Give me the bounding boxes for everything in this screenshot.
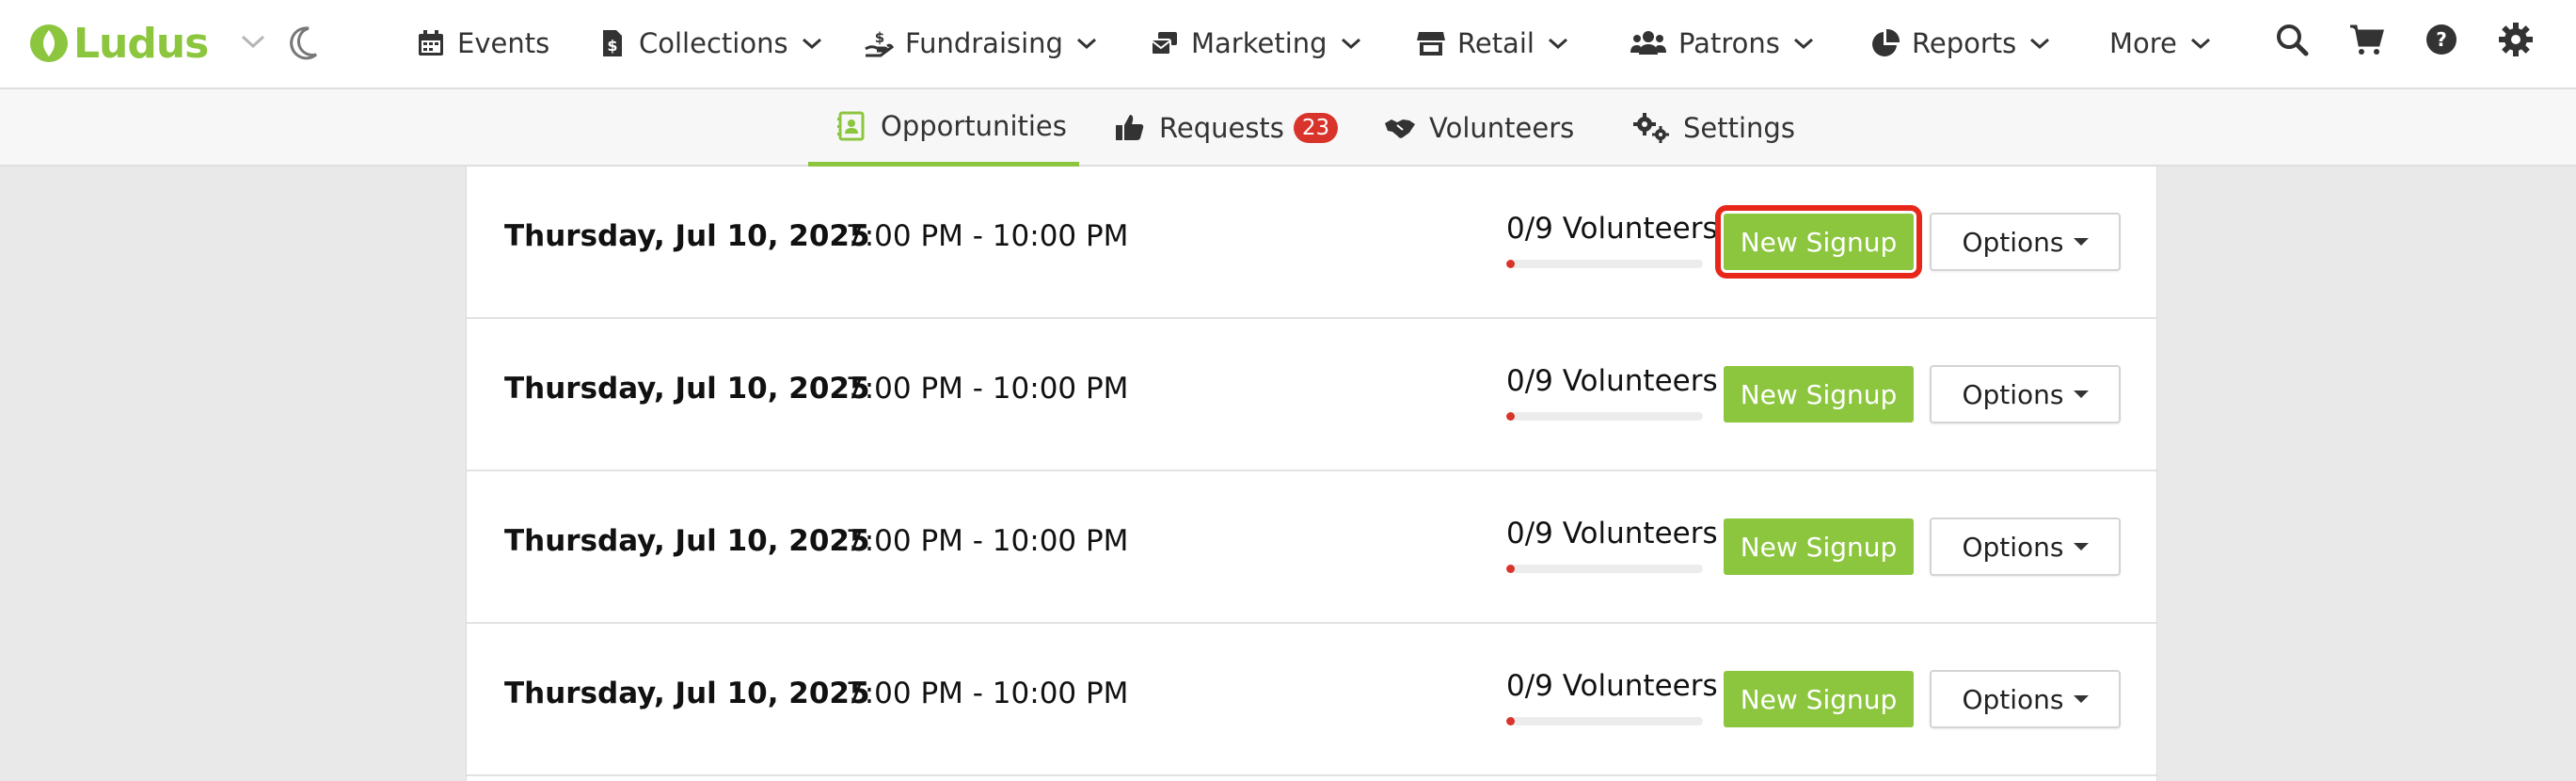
- sub-navbar: Opportunities Requests 23 Volunteers Set…: [0, 89, 2576, 167]
- chevron-down-icon: [1076, 38, 1096, 50]
- handshake-icon: [1385, 120, 1415, 138]
- help-icon[interactable]: ?: [2423, 21, 2460, 58]
- shift-date: Thursday, Jul 10, 2025: [504, 219, 870, 253]
- list-item: Thursday, Jul 10, 2025 7:00 PM - 10:00 P…: [467, 167, 2156, 319]
- volunteer-progress-bar: [1506, 717, 1703, 725]
- tab-requests-label: Requests: [1159, 112, 1284, 144]
- moon-icon[interactable]: [286, 24, 320, 62]
- volunteer-progress-bar: [1506, 260, 1703, 268]
- shift-time: 7:00 PM - 10:00 PM: [846, 219, 1129, 253]
- caret-down-icon: [2073, 238, 2089, 246]
- tab-settings[interactable]: Settings: [1632, 89, 1795, 167]
- nav-collections[interactable]: $ Collections: [597, 19, 822, 68]
- contact-card-icon: [837, 111, 865, 140]
- nav-patrons[interactable]: Patrons: [1630, 19, 1814, 68]
- ludus-logo-mark-icon: [30, 24, 68, 62]
- store-icon: [1417, 32, 1445, 56]
- nav-retail[interactable]: Retail: [1416, 19, 1568, 68]
- options-dropdown-button[interactable]: Options: [1930, 670, 2121, 728]
- caret-down-icon: [2073, 695, 2089, 703]
- list-item: Thursday, Jul 10, 2025 7:00 PM - 10:00 P…: [467, 319, 2156, 471]
- nav-collections-label: Collections: [639, 27, 788, 59]
- svg-text:$: $: [607, 37, 617, 55]
- thumbs-up-icon: [1116, 115, 1144, 140]
- tab-requests[interactable]: Requests 23: [1114, 89, 1339, 167]
- volunteer-progress-fill: [1506, 565, 1515, 573]
- shift-time: 7:00 PM - 10:00 PM: [846, 372, 1129, 406]
- list-item: Thursday, Jul 10, 2025 7:00 PM - 10:00 P…: [467, 624, 2156, 776]
- nav-fundraising-label: Fundraising: [905, 27, 1063, 59]
- chevron-down-icon[interactable]: [240, 32, 266, 51]
- options-label: Options: [1962, 531, 2064, 563]
- users-icon: [1630, 31, 1666, 55]
- nav-marketing-label: Marketing: [1191, 27, 1328, 59]
- options-dropdown-button[interactable]: Options: [1930, 365, 2121, 423]
- chevron-down-icon: [2030, 38, 2050, 50]
- caret-down-icon: [2073, 390, 2089, 398]
- nav-retail-label: Retail: [1457, 27, 1534, 59]
- ludus-logo[interactable]: Ludus: [28, 15, 209, 72]
- volunteer-progress-fill: [1506, 717, 1515, 725]
- new-signup-button[interactable]: New Signup: [1724, 366, 1914, 422]
- volunteer-progress-fill: [1506, 412, 1515, 421]
- gear-icon[interactable]: [2497, 21, 2535, 58]
- options-dropdown-button[interactable]: Options: [1930, 213, 2121, 271]
- shift-date: Thursday, Jul 10, 2025: [504, 524, 870, 558]
- dollar-file-icon: $: [603, 30, 622, 56]
- calendar-icon: [419, 30, 443, 56]
- chevron-down-icon: [802, 38, 821, 50]
- nav-events[interactable]: Events: [416, 19, 549, 68]
- requests-count-badge: 23: [1293, 113, 1339, 143]
- tab-opportunities-label: Opportunities: [881, 109, 1067, 142]
- list-item: Thursday, Jul 10, 2025 7:00 PM - 10:00 P…: [467, 471, 2156, 624]
- chevron-down-icon: [1793, 38, 1813, 50]
- brand-name: Ludus: [73, 19, 209, 68]
- cart-icon[interactable]: [2348, 21, 2386, 58]
- top-navbar: Ludus Events $ Collections $ Fundraising: [0, 0, 2576, 89]
- new-signup-button[interactable]: New Signup: [1724, 518, 1914, 575]
- chevron-down-icon: [1548, 38, 1567, 50]
- volunteer-count: 0/9 Volunteers: [1506, 212, 1718, 246]
- volunteer-count: 0/9 Volunteers: [1506, 669, 1718, 703]
- donate-hand-icon: $: [865, 29, 894, 57]
- shift-date: Thursday, Jul 10, 2025: [504, 677, 870, 710]
- options-dropdown-button[interactable]: Options: [1930, 518, 2121, 576]
- volunteer-progress-bar: [1506, 412, 1703, 421]
- volunteer-progress-bar: [1506, 565, 1703, 573]
- chevron-down-icon: [2190, 38, 2210, 50]
- mail-bulk-icon: [1151, 32, 1177, 56]
- tab-settings-label: Settings: [1683, 112, 1795, 144]
- shift-time: 7:00 PM - 10:00 PM: [846, 524, 1129, 558]
- tab-opportunities[interactable]: Opportunities: [808, 89, 1079, 167]
- chevron-down-icon: [1341, 38, 1360, 50]
- tab-volunteers-label: Volunteers: [1429, 112, 1575, 144]
- svg-text:$: $: [875, 29, 884, 46]
- nav-patrons-label: Patrons: [1678, 27, 1780, 59]
- opportunities-list: Thursday, Jul 10, 2025 7:00 PM - 10:00 P…: [466, 167, 2157, 781]
- nav-fundraising[interactable]: $ Fundraising: [864, 19, 1097, 68]
- volunteer-count: 0/9 Volunteers: [1506, 517, 1718, 550]
- options-label: Options: [1962, 378, 2064, 410]
- new-signup-button[interactable]: New Signup: [1724, 671, 1914, 727]
- tab-volunteers[interactable]: Volunteers: [1384, 89, 1574, 167]
- shift-time: 7:00 PM - 10:00 PM: [846, 677, 1129, 710]
- new-signup-button[interactable]: New Signup: [1715, 205, 1922, 279]
- nav-events-label: Events: [457, 27, 550, 59]
- options-label: Options: [1962, 683, 2064, 715]
- nav-more[interactable]: More: [2109, 19, 2211, 68]
- volunteer-count: 0/9 Volunteers: [1506, 364, 1718, 398]
- caret-down-icon: [2073, 543, 2089, 550]
- nav-reports[interactable]: Reports: [1870, 19, 2050, 68]
- shift-date: Thursday, Jul 10, 2025: [504, 372, 870, 406]
- options-label: Options: [1962, 226, 2064, 258]
- cogs-icon: [1633, 113, 1669, 143]
- pie-chart-icon: [1872, 28, 1900, 56]
- nav-more-label: More: [2109, 27, 2177, 59]
- search-icon[interactable]: [2273, 21, 2311, 58]
- svg-text:?: ?: [2436, 28, 2447, 51]
- nav-marketing[interactable]: Marketing: [1150, 19, 1361, 68]
- volunteer-progress-fill: [1506, 260, 1515, 268]
- nav-reports-label: Reports: [1912, 27, 2017, 59]
